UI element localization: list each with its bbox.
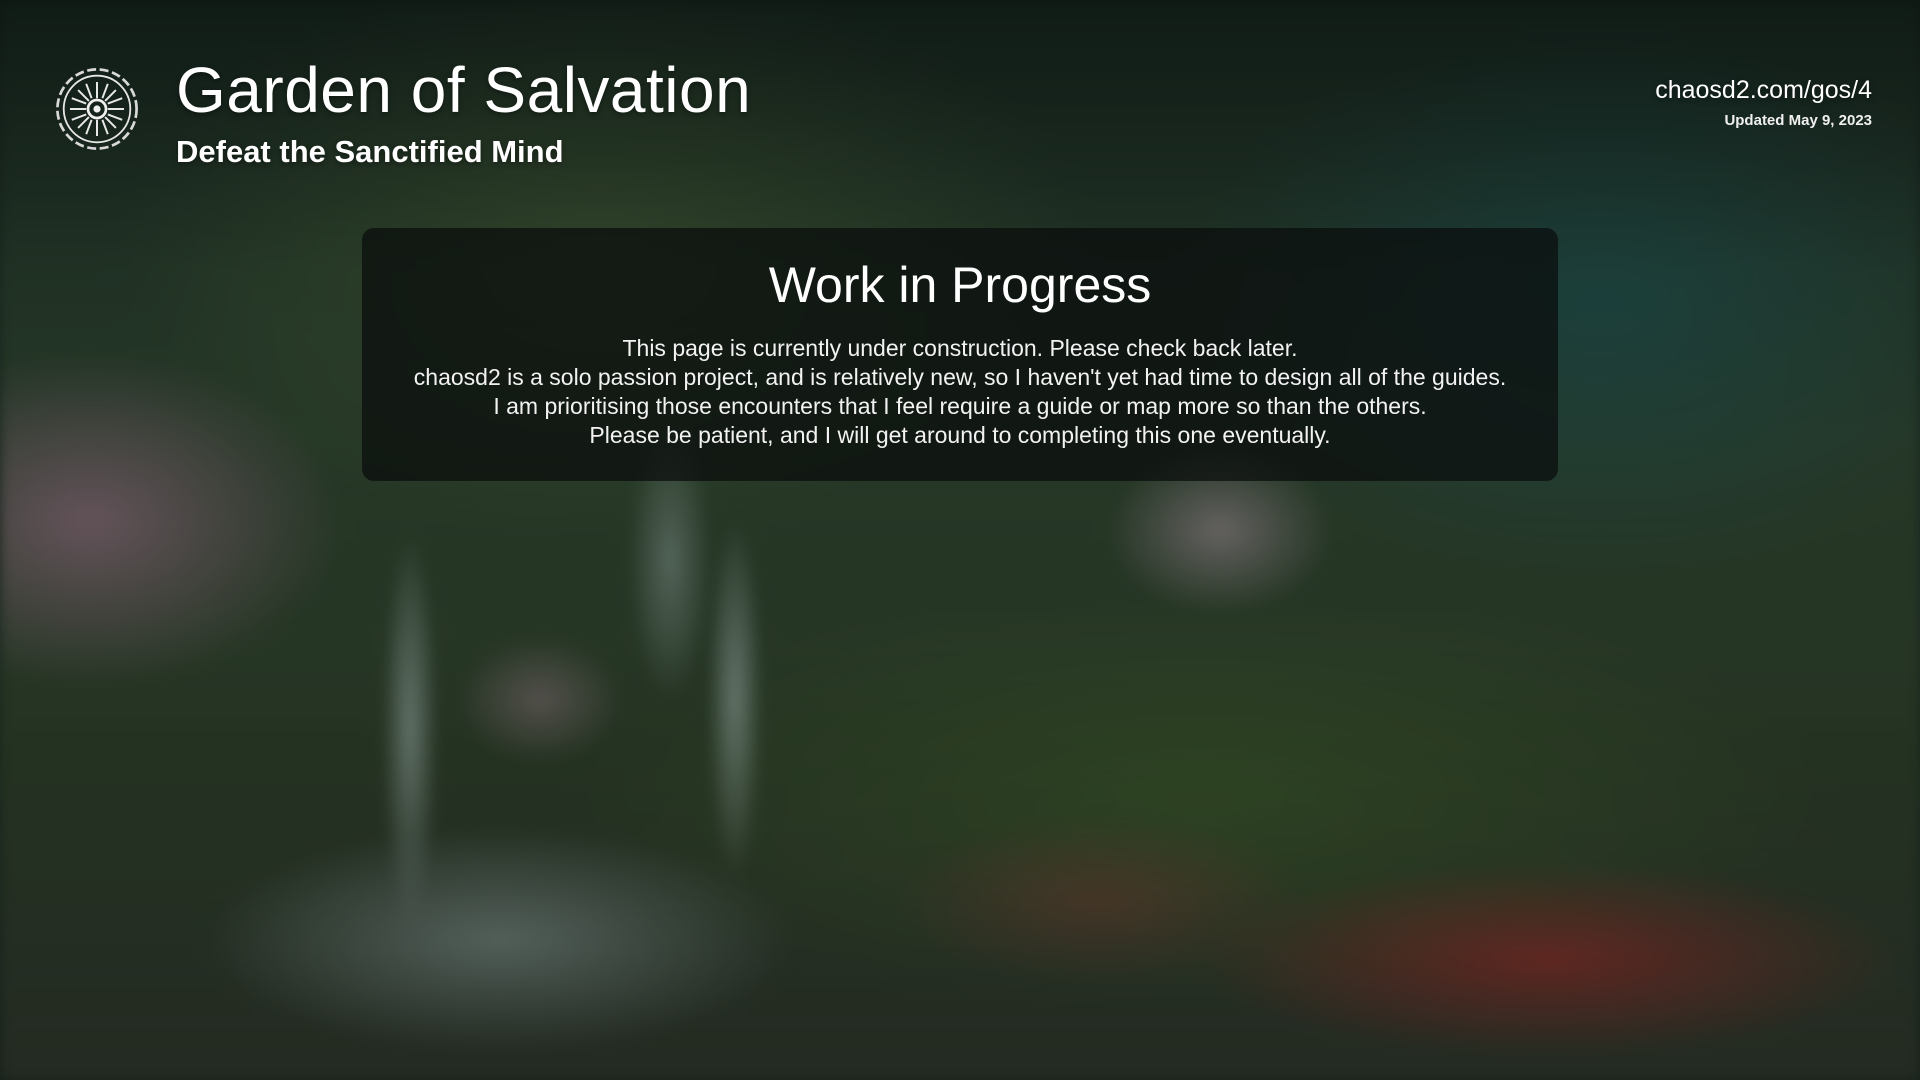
notice-line: This page is currently under constructio… xyxy=(622,335,1298,361)
notice-body: This page is currently under constructio… xyxy=(362,334,1558,450)
notice-line: Please be patient, and I will get around… xyxy=(589,422,1331,448)
header-titles: Garden of Salvation Defeat the Sanctifie… xyxy=(176,58,751,167)
notice-line: chaosd2 is a solo passion project, and i… xyxy=(413,364,1507,390)
page-title: Garden of Salvation xyxy=(176,54,752,126)
site-url-link[interactable]: chaosd2.com/gos/4 xyxy=(1655,78,1872,103)
notice-title: Work in Progress xyxy=(768,257,1152,313)
header-meta: chaosd2.com/gos/4 Updated May 9, 2023 xyxy=(1655,78,1872,129)
updated-date: Updated May 9, 2023 xyxy=(1724,112,1872,129)
notice-line: I am prioritising those encounters that … xyxy=(493,393,1427,419)
work-in-progress-panel: Work in Progress This page is currently … xyxy=(362,228,1558,481)
page: Garden of Salvation Defeat the Sanctifie… xyxy=(0,0,1920,1080)
page-header: Garden of Salvation Defeat the Sanctifie… xyxy=(52,58,751,167)
page-subtitle: Defeat the Sanctified Mind xyxy=(176,134,564,169)
garden-of-salvation-emblem-icon xyxy=(56,68,138,150)
